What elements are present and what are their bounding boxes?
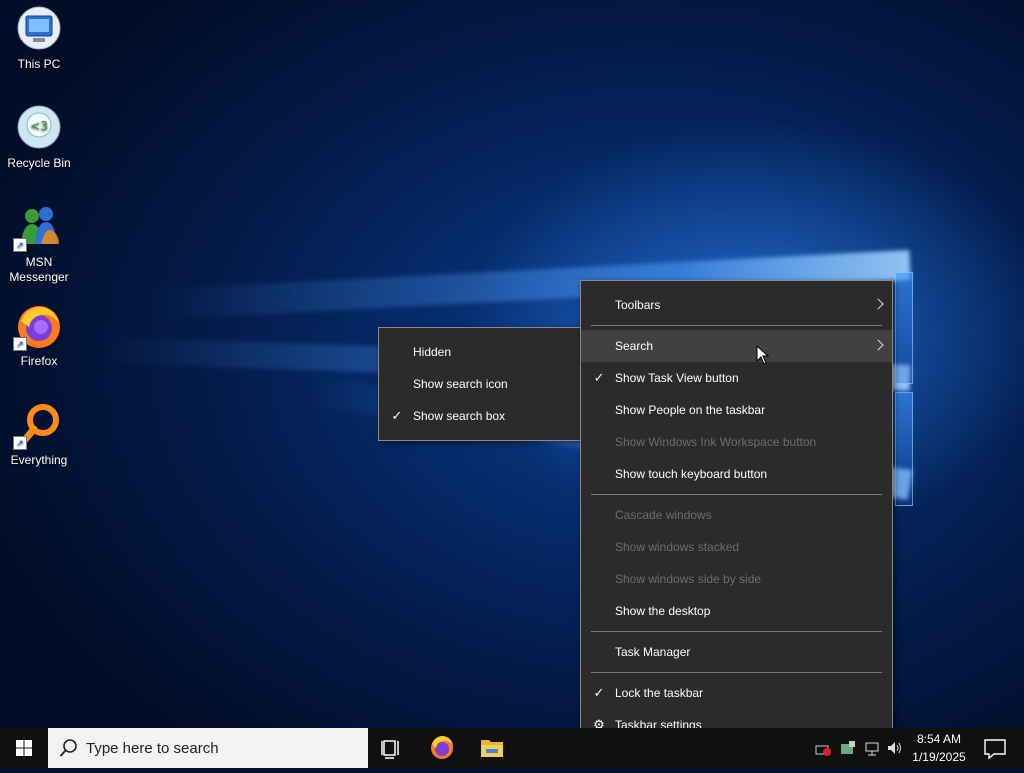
menu-item-label: Hidden bbox=[413, 345, 452, 359]
network-warning-icon[interactable] bbox=[815, 740, 831, 756]
desktop-icon-msn-messenger[interactable]: ↗ MSN Messenger bbox=[2, 204, 76, 285]
search-submenu: Hidden Show search icon ✓ Show search bo… bbox=[378, 327, 584, 441]
svg-text:<3: <3 bbox=[30, 119, 48, 133]
desktop-icon-recycle-bin[interactable]: <3 Recycle Bin bbox=[2, 105, 76, 171]
desktop-icon-firefox[interactable]: ↗ Firefox bbox=[2, 303, 76, 369]
taskbar-context-menu: Toolbars Search ✓ Show Task View button … bbox=[580, 280, 893, 750]
checkmark-icon: ✓ bbox=[593, 370, 605, 385]
menu-item-label: Search bbox=[615, 339, 654, 353]
folder-icon bbox=[481, 740, 503, 757]
menu-item-windows-side-by-side: Show windows side by side bbox=[581, 563, 892, 595]
desktop-icon-this-pc[interactable]: This PC bbox=[2, 6, 76, 72]
menu-item-label: Show windows stacked bbox=[615, 540, 740, 554]
menu-separator bbox=[591, 494, 882, 495]
menu-item-task-manager[interactable]: Task Manager bbox=[581, 636, 892, 668]
msn-messenger-icon: ↗ bbox=[13, 204, 63, 252]
menu-item-label: Lock the taskbar bbox=[615, 686, 704, 700]
menu-item-label: Show search icon bbox=[413, 377, 508, 391]
everything-search-icon: ↗ bbox=[13, 402, 63, 450]
menu-item-show-people[interactable]: Show People on the taskbar bbox=[581, 394, 892, 426]
notification-icon bbox=[984, 739, 1006, 760]
clock-time: 8:54 AM bbox=[916, 732, 962, 746]
desktop-icon-label: MSN Messenger bbox=[9, 255, 69, 284]
checkmark-icon: ✓ bbox=[593, 685, 605, 700]
taskbar-search-box[interactable] bbox=[48, 728, 368, 768]
menu-item-show-touch-keyboard[interactable]: Show touch keyboard button bbox=[581, 458, 892, 490]
taskbar-app-firefox[interactable] bbox=[418, 728, 466, 768]
menu-item-show-ink-workspace: Show Windows Ink Workspace button bbox=[581, 426, 892, 458]
task-view-icon bbox=[381, 740, 399, 759]
desktop-icon-label: Firefox bbox=[20, 354, 58, 368]
menu-item-windows-stacked: Show windows stacked bbox=[581, 531, 892, 563]
window-logo-pane bbox=[895, 392, 913, 506]
network-icon[interactable] bbox=[864, 740, 880, 756]
desktop-icon-everything[interactable]: ↗ Everything bbox=[2, 402, 76, 468]
menu-item-show-desktop[interactable]: Show the desktop bbox=[581, 595, 892, 627]
menu-separator bbox=[591, 325, 882, 326]
menu-item-label: Toolbars bbox=[615, 298, 661, 312]
computer-icon bbox=[15, 6, 63, 54]
volume-icon[interactable] bbox=[886, 740, 902, 756]
chevron-right-icon bbox=[872, 298, 884, 310]
search-input[interactable] bbox=[86, 728, 356, 768]
menu-item-toolbars[interactable]: Toolbars bbox=[581, 289, 892, 321]
windows-logo-icon bbox=[16, 740, 32, 756]
desktop-icon-label: Everything bbox=[10, 453, 68, 467]
menu-item-label: Show People on the taskbar bbox=[615, 403, 766, 417]
tray-app-icon[interactable] bbox=[840, 740, 856, 756]
clock-date: 1/19/2025 bbox=[912, 750, 966, 764]
menu-item-label: Task Manager bbox=[615, 645, 691, 659]
menu-item-label: Show Windows Ink Workspace button bbox=[615, 435, 817, 449]
taskbar[interactable]: 8:54 AM 1/19/2025 bbox=[0, 728, 1024, 768]
firefox-icon bbox=[431, 736, 453, 759]
taskbar-clock[interactable]: 8:54 AM 1/19/2025 bbox=[908, 730, 970, 766]
menu-item-show-task-view[interactable]: ✓ Show Task View button bbox=[581, 362, 892, 394]
chevron-right-icon bbox=[872, 339, 884, 351]
menu-item-label: Show search box bbox=[413, 409, 506, 423]
action-center-button[interactable] bbox=[972, 728, 1020, 768]
desktop-icon-label: This PC bbox=[17, 57, 61, 71]
menu-item-label: Show Task View button bbox=[615, 371, 739, 385]
menu-item-label: Cascade windows bbox=[615, 508, 712, 522]
recycle-bin-icon: <3 bbox=[15, 105, 63, 153]
submenu-item-show-search-box[interactable]: ✓ Show search box bbox=[379, 400, 583, 432]
firefox-icon: ↗ bbox=[13, 303, 63, 351]
menu-separator bbox=[591, 672, 882, 673]
taskbar-app-file-explorer[interactable] bbox=[468, 728, 516, 768]
menu-separator bbox=[591, 631, 882, 632]
shortcut-arrow-icon: ↗ bbox=[13, 337, 27, 351]
menu-item-lock-taskbar[interactable]: ✓ Lock the taskbar bbox=[581, 677, 892, 709]
task-view-button[interactable] bbox=[368, 728, 416, 768]
search-icon bbox=[59, 739, 77, 757]
menu-item-label: Show windows side by side bbox=[615, 572, 762, 586]
desktop-icon-label: Recycle Bin bbox=[7, 156, 71, 170]
menu-item-label: Show touch keyboard button bbox=[615, 467, 768, 481]
start-button[interactable] bbox=[0, 728, 48, 768]
menu-item-search[interactable]: Search bbox=[581, 330, 892, 362]
shortcut-arrow-icon: ↗ bbox=[13, 436, 27, 450]
menu-item-label: Show the desktop bbox=[615, 604, 711, 618]
window-logo-pane bbox=[895, 272, 913, 384]
menu-item-cascade-windows: Cascade windows bbox=[581, 499, 892, 531]
submenu-item-hidden[interactable]: Hidden bbox=[379, 336, 583, 368]
shortcut-arrow-icon: ↗ bbox=[13, 238, 27, 252]
checkmark-icon: ✓ bbox=[391, 408, 403, 423]
submenu-item-show-search-icon[interactable]: Show search icon bbox=[379, 368, 583, 400]
